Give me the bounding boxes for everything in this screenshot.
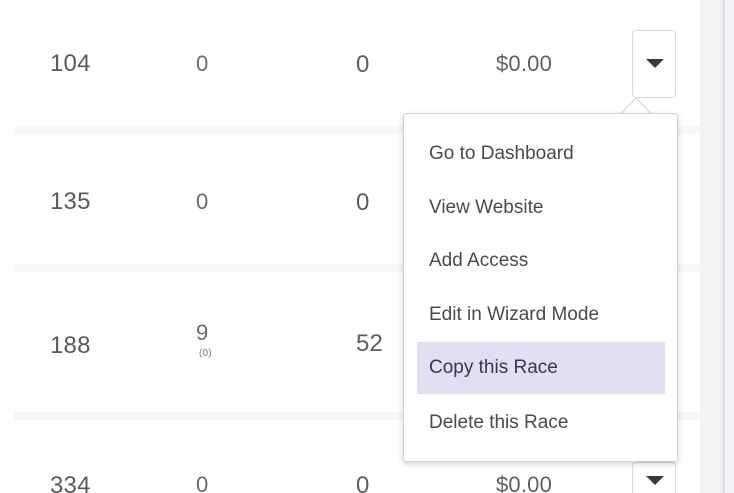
count-b: 0 bbox=[356, 51, 370, 78]
menu-item-edit-in-wizard-mode[interactable]: Edit in Wizard Mode bbox=[417, 289, 665, 341]
race-id: 135 bbox=[50, 188, 91, 215]
race-id: 188 bbox=[50, 332, 91, 359]
right-gutter bbox=[700, 0, 734, 493]
row-actions-dropdown: Go to Dashboard View Website Add Access … bbox=[403, 113, 678, 462]
race-id: 334 bbox=[50, 472, 91, 493]
caret-down-icon bbox=[646, 59, 664, 68]
menu-item-go-to-dashboard[interactable]: Go to Dashboard bbox=[417, 128, 665, 180]
right-divider bbox=[722, 0, 725, 493]
race-id: 104 bbox=[50, 50, 91, 77]
count-a: 0 bbox=[196, 189, 209, 214]
count-b: 0 bbox=[356, 472, 370, 493]
menu-item-add-access[interactable]: Add Access bbox=[417, 235, 665, 287]
amount: $0.00 bbox=[496, 51, 553, 76]
row-actions-button[interactable] bbox=[632, 30, 676, 98]
count-a-value: 9 bbox=[196, 320, 209, 345]
table-row: 104 0 0 $0.00 bbox=[14, 0, 700, 128]
race-list-page: 104 0 0 $0.00 135 0 0 188 9 (0) 52 334 0… bbox=[0, 0, 734, 493]
menu-item-copy-this-race[interactable]: Copy this Race bbox=[417, 342, 665, 394]
menu-item-delete-this-race[interactable]: Delete this Race bbox=[417, 397, 665, 449]
count-b: 52 bbox=[356, 330, 384, 357]
count-b: 0 bbox=[356, 189, 370, 216]
count-a: 0 bbox=[196, 472, 209, 493]
count-a: 0 bbox=[196, 51, 209, 76]
menu-item-view-website[interactable]: View Website bbox=[417, 182, 665, 234]
count-a-sub: (0) bbox=[199, 348, 212, 359]
amount: $0.00 bbox=[496, 472, 553, 493]
count-a: 9 (0) bbox=[196, 320, 212, 359]
caret-down-icon bbox=[646, 476, 664, 485]
row-actions-button[interactable] bbox=[632, 462, 676, 493]
